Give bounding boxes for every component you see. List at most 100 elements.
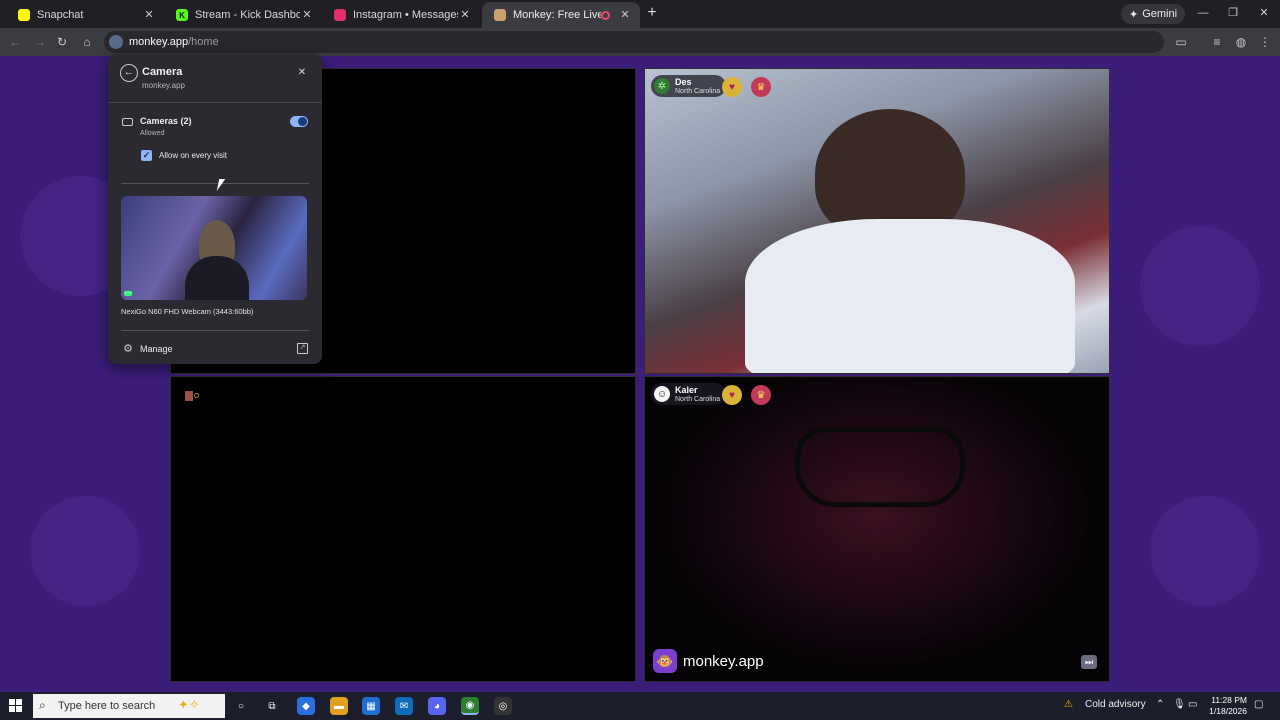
user-name: Des [675,76,692,87]
tab-snapchat[interactable]: Snapchat ✕ [6,2,164,28]
skip-icon[interactable]: ⏭ [1081,655,1097,669]
restore-icon[interactable]: ❐ [1226,6,1240,20]
background-shape [30,496,140,606]
address-bar[interactable] [104,31,1164,53]
tab-monkey[interactable]: Monkey: Free Live Video Ch ✕ [482,2,640,28]
notifications-icon[interactable]: ▢ [1254,699,1263,710]
divider [108,102,322,103]
clock-time: 11:28 PM [1211,695,1247,705]
close-icon[interactable]: ✕ [300,8,314,22]
monkey-icon [494,9,506,21]
cortana-icon[interactable]: ○ [232,697,250,715]
tab-title: Monkey: Free Live Video Ch [513,9,601,21]
device-name[interactable]: NexiGo N60 FHD Webcam (3443:60bb) [121,307,253,316]
media-controls-icon[interactable]: ≡ [1210,35,1224,49]
avatar: ☺ [654,386,670,402]
snapchat-icon [18,9,30,21]
chrome-icon[interactable]: ◉ [461,697,479,715]
search-highlight-icon: ✦✧ [178,697,200,712]
gear-icon[interactable]: ⚙ [122,343,134,355]
glasses [795,427,965,507]
external-link-icon[interactable]: ↗ [297,343,308,354]
close-icon[interactable]: ✕ [618,8,632,22]
allow-every-visit-checkbox[interactable]: ✓ [141,150,152,161]
clock[interactable]: 11:28 PM 1/18/2026 [1203,695,1247,717]
screen: Snapchat ✕ K Stream - Kick Dashboard ✕ I… [0,0,1280,720]
new-tab-button[interactable]: + [644,5,660,21]
divider [121,183,309,184]
user-badge[interactable]: ☺ Kaler North Carolina [651,383,727,405]
search-placeholder: Type here to search [58,700,156,712]
discord-icon[interactable]: ◕ [428,697,446,715]
gemini-label: Gemini [1142,8,1178,20]
instagram-icon [334,9,346,21]
back-icon[interactable]: ← [8,35,22,49]
user-location: North Carolina [675,395,721,403]
heart-icon[interactable]: ♥ [722,385,742,405]
close-icon[interactable]: ✕ [458,8,472,22]
preview-light [124,291,132,296]
tray-chevron-icon[interactable]: ⌃ [1156,699,1164,710]
gift-icon[interactable]: ♛ [751,77,771,97]
popup-site: monkey.app [142,81,185,90]
windows-taskbar: ⌕ Type here to search ✦✧ ○ ⧉ ◆ ▬ ▦ ✉ ◕ ◉… [0,692,1280,720]
warning-icon[interactable]: ⚠ [1064,699,1073,710]
brand-text: monkey.app [683,652,764,670]
minimize-icon[interactable]: — [1196,6,1210,20]
store-icon[interactable]: ▦ [362,697,380,715]
dot-icon [194,393,199,398]
gemini-button[interactable]: ✦ Gemini [1121,4,1186,24]
forward-icon[interactable]: → [33,35,47,49]
site-settings-icon[interactable] [109,35,123,49]
camera-icon [122,118,133,126]
network-icon[interactable]: ▭ [1188,699,1197,710]
cameras-status: Allowed [140,130,165,137]
window-close-icon[interactable]: ✕ [1257,6,1271,20]
monkey-logo-icon: 🐵 [653,649,677,673]
camera-toggle[interactable] [290,116,308,127]
manage-link[interactable]: Manage [140,344,173,354]
gift-icon[interactable]: ♛ [751,385,771,405]
checkbox-label: Allow on every visit [159,151,228,160]
file-explorer-icon[interactable]: ▬ [330,697,348,715]
cameras-label: Cameras (2) [140,116,192,126]
recording-icon [601,10,610,20]
extension-icon[interactable]: ◍ [1234,35,1248,49]
task-view-icon[interactable]: ⧉ [263,697,281,715]
user-badge[interactable]: ✲ Des North Carolina [651,75,727,97]
home-icon[interactable]: ⌂ [80,35,94,49]
avatar: ✲ [654,78,670,94]
url-path: /home [188,36,219,48]
url-host: monkey.app [129,36,189,48]
video-tile-kaler: ☺ Kaler North Carolina ♥ ♛ 🐵 monkey.app … [644,376,1110,682]
reload-icon[interactable]: ↻ [55,35,69,49]
menu-icon[interactable]: ⋮ [1258,35,1272,49]
microphone-icon[interactable]: 🎙 [1173,699,1186,710]
copilot-icon[interactable]: ◆ [297,697,315,715]
camera-permission-popup: ← Camera monkey.app ✕ Cameras (2) Allowe… [108,54,322,364]
popup-title: Camera [142,66,183,78]
user-location: North Carolina [675,87,721,95]
obs-icon[interactable]: ◎ [494,697,512,715]
weather-text[interactable]: Cold advisory [1085,699,1146,710]
close-icon[interactable]: ✕ [142,8,156,22]
heart-icon[interactable]: ♥ [722,77,742,97]
blanket [745,219,1075,373]
search-icon: ⌕ [39,698,46,712]
tab-kick[interactable]: K Stream - Kick Dashboard ✕ [164,2,322,28]
tab-instagram[interactable]: Instagram • Messages ✕ [322,2,480,28]
url-text[interactable]: monkey.app/home [129,36,219,48]
tab-title: Instagram • Messages [353,9,458,21]
brand-watermark: 🐵 monkey.app [653,649,764,673]
sparkle-icon: ✦ [1129,8,1139,21]
outlook-icon[interactable]: ✉ [395,697,413,715]
tab-title: Snapchat [37,9,84,21]
taskbar-search[interactable]: ⌕ Type here to search ✦✧ [33,694,225,718]
tab-title: Stream - Kick Dashboard [195,9,300,21]
windows-start-icon[interactable] [9,699,22,712]
cast-icon[interactable]: ▭ [1174,35,1188,49]
back-arrow-icon[interactable]: ← [120,64,138,82]
close-icon[interactable]: ✕ [295,66,309,80]
preview-body [185,256,249,300]
clock-date: 1/18/2026 [1209,706,1247,716]
